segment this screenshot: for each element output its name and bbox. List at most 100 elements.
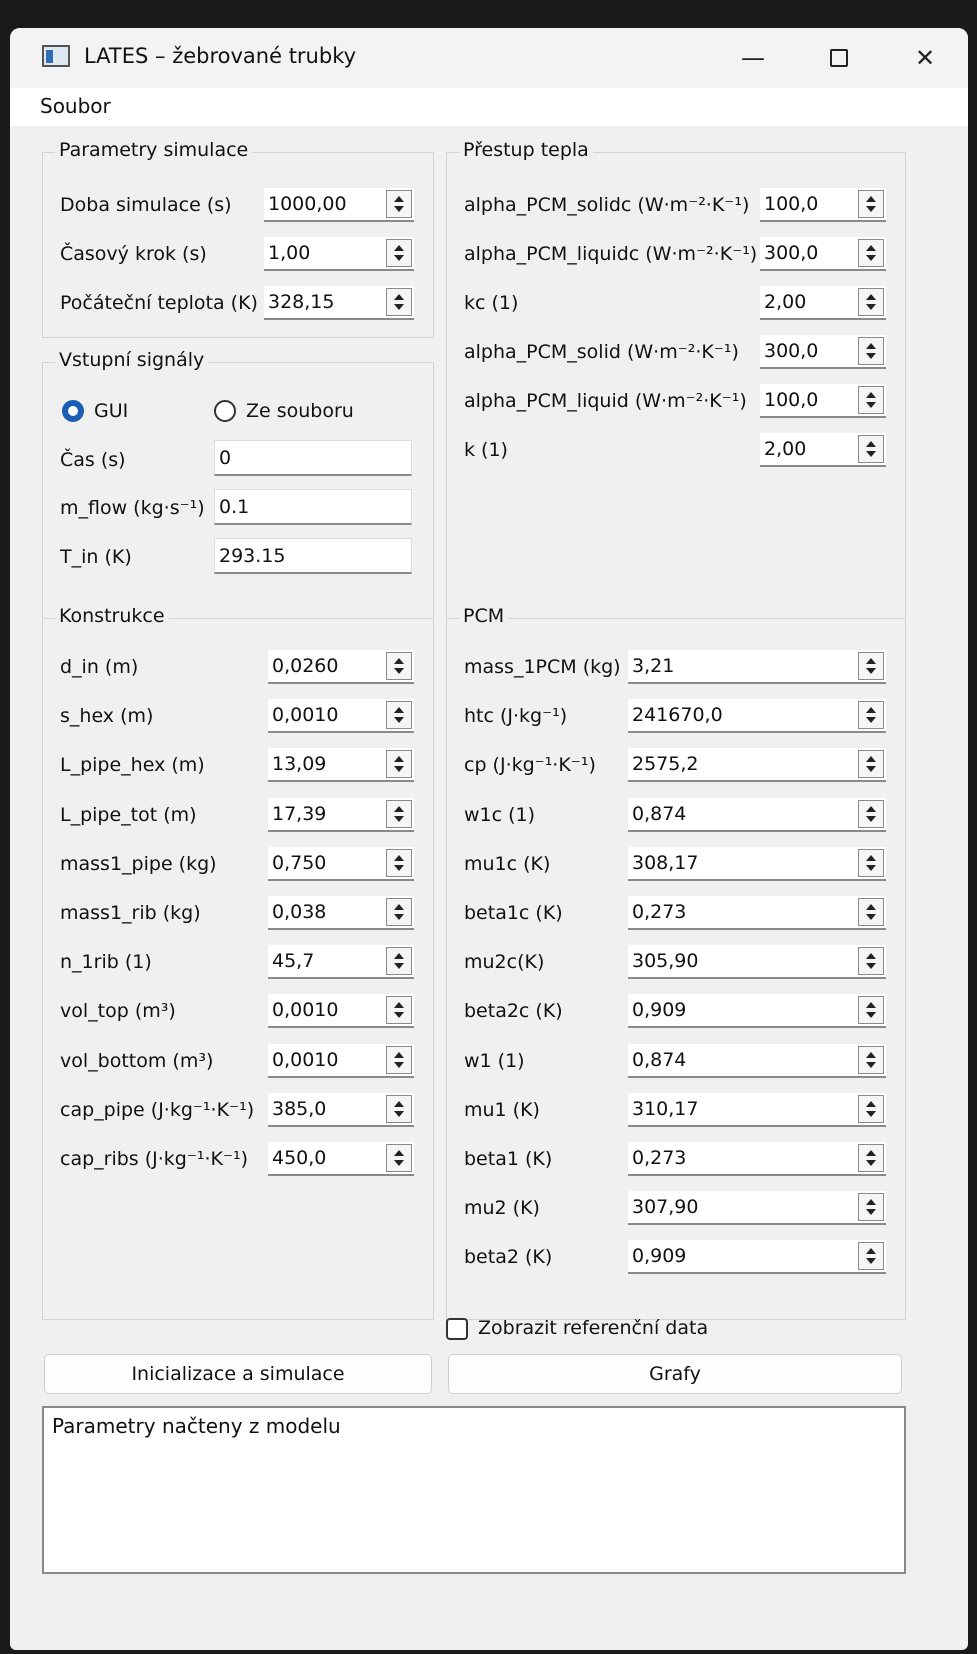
spin-arrows-icon[interactable] [858, 848, 884, 877]
spin-arrows-icon[interactable] [858, 799, 884, 828]
pcm-spinbox[interactable]: 308,17 [628, 846, 886, 881]
construction-spinbox[interactable]: 0,0010 [268, 1043, 414, 1078]
pcm-spinbox[interactable]: 310,17 [628, 1092, 886, 1127]
reference-data-checkbox[interactable] [446, 1318, 468, 1340]
spin-arrows-icon[interactable] [386, 996, 412, 1025]
construction-spinbox[interactable]: 17,39 [268, 797, 414, 832]
main-window: LATES – žebrované trubky — ✕ Soubor Para… [10, 28, 968, 1650]
initial-temp-spinbox[interactable]: 328,15 [264, 286, 414, 320]
spin-arrows-icon[interactable] [386, 898, 412, 926]
pcm-spinbox[interactable]: 0,874 [628, 1043, 886, 1078]
construction-label: n_1rib (1) [60, 951, 152, 974]
menu-file[interactable]: Soubor [40, 94, 111, 118]
pcm-spinbox[interactable]: 241670,0 [628, 699, 886, 734]
spin-arrows-icon[interactable] [386, 848, 412, 877]
construction-label: L_pipe_hex (m) [60, 754, 205, 777]
group-title: PCM [459, 605, 509, 627]
spin-arrows-icon[interactable] [858, 750, 884, 779]
construction-spinbox[interactable]: 0,0260 [268, 650, 414, 684]
pcm-spinbox[interactable]: 307,90 [628, 1191, 886, 1226]
construction-label: L_pipe_tot (m) [60, 803, 197, 826]
construction-label: d_in (m) [60, 656, 139, 678]
pcm-spinbox[interactable]: 0,273 [628, 1142, 886, 1176]
alpha-pcm-solidc-spinbox[interactable]: 100,0 [760, 188, 886, 222]
pcm-spinbox[interactable]: 0,909 [628, 1240, 886, 1275]
spin-arrows-icon[interactable] [858, 337, 884, 365]
label-alpha-pcm-solidc: alpha_PCM_solidc (W·m⁻²·K⁻¹) [464, 194, 750, 216]
radio-from-file-label[interactable]: Ze souboru [246, 400, 354, 422]
time-step-spinbox[interactable]: 1,00 [264, 237, 414, 271]
pcm-spinbox[interactable]: 2575,2 [628, 748, 886, 783]
minimize-button[interactable]: — [710, 28, 796, 88]
construction-spinbox[interactable]: 0,0010 [268, 994, 414, 1029]
k-spinbox[interactable]: 2,00 [760, 433, 886, 467]
pcm-spinbox[interactable]: 0,874 [628, 797, 886, 832]
spin-arrows-icon[interactable] [858, 435, 884, 463]
spin-arrows-icon[interactable] [858, 701, 884, 730]
m-flow-input[interactable]: 0.1 [214, 489, 412, 525]
spin-arrows-icon[interactable] [386, 1094, 412, 1123]
pcm-label: w1 (1) [464, 1049, 525, 1072]
spin-arrows-icon[interactable] [386, 288, 412, 316]
spin-arrows-icon[interactable] [386, 1144, 412, 1172]
spin-arrows-icon[interactable] [858, 239, 884, 267]
t-in-input[interactable]: 293.15 [214, 538, 412, 574]
initialize-simulate-button[interactable]: Inicializace a simulace [44, 1354, 432, 1394]
spin-arrows-icon[interactable] [858, 1193, 884, 1222]
pcm-spinbox[interactable]: 3,21 [628, 650, 886, 684]
construction-label: s_hex (m) [60, 705, 154, 728]
alpha-pcm-liquid-spinbox[interactable]: 100,0 [760, 384, 886, 418]
spin-arrows-icon[interactable] [858, 190, 884, 218]
kc-spinbox[interactable]: 2,00 [760, 286, 886, 320]
spin-arrows-icon[interactable] [858, 996, 884, 1025]
spin-arrows-icon[interactable] [858, 898, 884, 926]
spin-arrows-icon[interactable] [386, 799, 412, 828]
spin-arrows-icon[interactable] [858, 386, 884, 414]
construction-spinbox[interactable]: 0,0010 [268, 699, 414, 734]
construction-spinbox[interactable]: 13,09 [268, 748, 414, 783]
spin-arrows-icon[interactable] [858, 1242, 884, 1271]
label-m-flow: m_flow (kg·s⁻¹) [60, 497, 205, 519]
radio-gui[interactable] [62, 400, 84, 422]
construction-spinbox[interactable]: 385,0 [268, 1092, 414, 1127]
pcm-spinbox[interactable]: 305,90 [628, 945, 886, 980]
spin-arrows-icon[interactable] [386, 239, 412, 267]
radio-from-file[interactable] [214, 400, 236, 422]
label-k: k (1) [464, 439, 508, 461]
close-button[interactable]: ✕ [882, 28, 968, 88]
radio-gui-label[interactable]: GUI [94, 400, 128, 422]
spin-arrows-icon[interactable] [386, 1045, 412, 1074]
spin-arrows-icon[interactable] [858, 1094, 884, 1123]
pcm-spinbox[interactable]: 0,273 [628, 896, 886, 930]
alpha-pcm-solid-spinbox[interactable]: 300,0 [760, 335, 886, 369]
spin-arrows-icon[interactable] [858, 652, 884, 680]
time-input[interactable]: 0 [214, 440, 412, 476]
spin-arrows-icon[interactable] [858, 288, 884, 316]
maximize-icon [830, 49, 848, 67]
construction-spinbox[interactable]: 45,7 [268, 945, 414, 980]
construction-spinbox[interactable]: 0,038 [268, 896, 414, 930]
alpha-pcm-liquidc-spinbox[interactable]: 300,0 [760, 237, 886, 271]
spin-arrows-icon[interactable] [858, 1045, 884, 1074]
pcm-label: mu2c(K) [464, 951, 545, 974]
app-icon [42, 45, 70, 67]
status-log[interactable]: Parametry načteny z modelu [42, 1406, 906, 1574]
construction-label: mass1_pipe (kg) [60, 852, 217, 875]
sim-duration-spinbox[interactable]: 1000,00 [264, 188, 414, 222]
spin-arrows-icon[interactable] [858, 947, 884, 976]
spin-arrows-icon[interactable] [386, 750, 412, 779]
spin-arrows-icon[interactable] [858, 1144, 884, 1172]
spin-arrows-icon[interactable] [386, 701, 412, 730]
graphs-button[interactable]: Grafy [448, 1354, 902, 1394]
pcm-label: mu1 (K) [464, 1098, 540, 1121]
pcm-label: mass_1PCM (kg) [464, 656, 621, 678]
spin-arrows-icon[interactable] [386, 190, 412, 218]
spin-arrows-icon[interactable] [386, 652, 412, 680]
maximize-button[interactable] [796, 28, 882, 88]
reference-data-label[interactable]: Zobrazit referenční data [478, 1317, 708, 1339]
construction-spinbox[interactable]: 450,0 [268, 1142, 414, 1176]
spin-arrows-icon[interactable] [386, 947, 412, 976]
construction-spinbox[interactable]: 0,750 [268, 846, 414, 881]
pcm-spinbox[interactable]: 0,909 [628, 994, 886, 1029]
label-time-step: Časový krok (s) [60, 243, 207, 265]
